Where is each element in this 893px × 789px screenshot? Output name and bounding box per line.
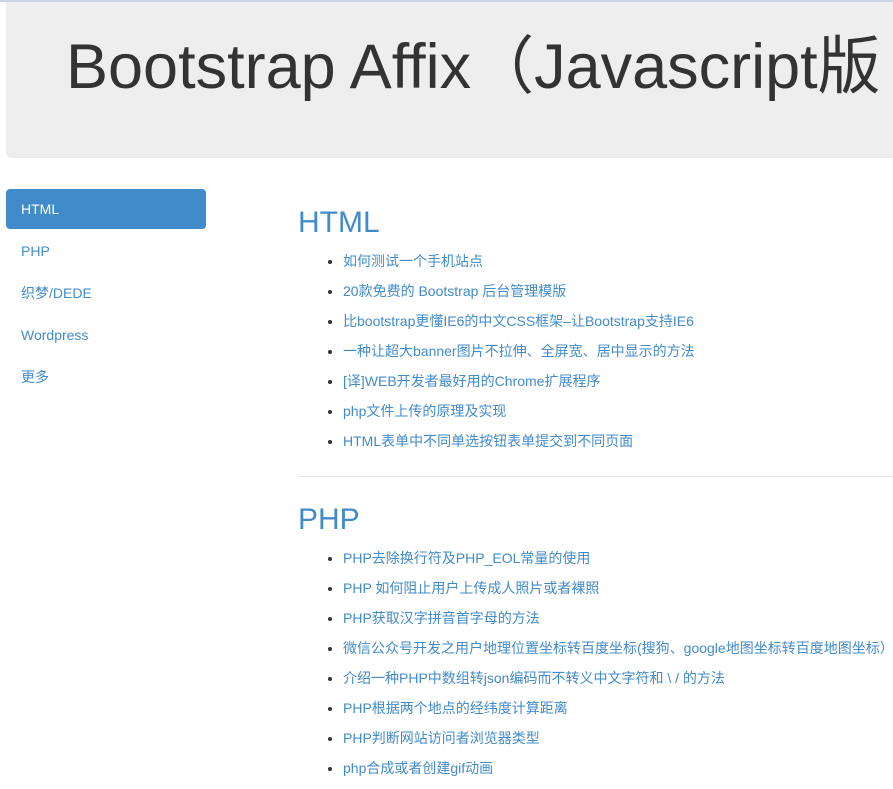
sidebar-item-dede[interactable]: 织梦/DEDE xyxy=(6,273,206,313)
article-link[interactable]: PHP判断网站访问者浏览器类型 xyxy=(343,730,540,746)
article-link[interactable]: 介绍一种PHP中数组转json编码而不转义中文字符和 \ / 的方法 xyxy=(343,670,725,686)
list-item: 微信公众号开发之用户地理位置坐标转百度坐标(搜狗、google地图坐标转百度地图… xyxy=(343,633,893,663)
main-content: HTML 如何测试一个手机站点 20款免费的 Bootstrap 后台管理模版 … xyxy=(298,200,893,783)
list-item: 一种让超大banner图片不拉伸、全屏宽、居中显示的方法 xyxy=(343,336,893,366)
list-item: HTML表单中不同单选按钮表单提交到不同页面 xyxy=(343,426,893,456)
article-link[interactable]: [译]WEB开发者最好用的Chrome扩展程序 xyxy=(343,373,600,389)
list-item: php合成或者创建gif动画 xyxy=(343,753,893,783)
section-divider xyxy=(298,476,893,477)
section-html: HTML 如何测试一个手机站点 20款免费的 Bootstrap 后台管理模版 … xyxy=(298,200,893,456)
sidebar-item-wordpress[interactable]: Wordpress xyxy=(6,315,206,355)
list-item: PHP去除换行符及PHP_EOL常量的使用 xyxy=(343,543,893,573)
article-link[interactable]: PHP根据两个地点的经纬度计算距离 xyxy=(343,700,568,716)
article-link[interactable]: 如何测试一个手机站点 xyxy=(343,253,483,269)
affix-sidebar-nav: HTML PHP 织梦/DEDE Wordpress 更多 xyxy=(6,189,206,399)
link-list: 如何测试一个手机站点 20款免费的 Bootstrap 后台管理模版 比boot… xyxy=(298,246,893,456)
section-php: PHP PHP去除换行符及PHP_EOL常量的使用 PHP 如何阻止用户上传成人… xyxy=(298,497,893,783)
article-link[interactable]: php合成或者创建gif动画 xyxy=(343,760,493,776)
list-item: 20款免费的 Bootstrap 后台管理模版 xyxy=(343,276,893,306)
list-item: 介绍一种PHP中数组转json编码而不转义中文字符和 \ / 的方法 xyxy=(343,663,893,693)
list-item: php文件上传的原理及实现 xyxy=(343,396,893,426)
list-item: 比bootstrap更懂IE6的中文CSS框架–让Bootstrap支持IE6 xyxy=(343,306,893,336)
section-title: HTML xyxy=(298,206,380,239)
article-link[interactable]: PHP去除换行符及PHP_EOL常量的使用 xyxy=(343,550,590,566)
list-item: 如何测试一个手机站点 xyxy=(343,246,893,276)
article-link[interactable]: PHP获取汉字拼音首字母的方法 xyxy=(343,610,540,626)
list-item: PHP判断网站访问者浏览器类型 xyxy=(343,723,893,753)
sidebar-item-more[interactable]: 更多 xyxy=(6,357,206,397)
list-item: [译]WEB开发者最好用的Chrome扩展程序 xyxy=(343,366,893,396)
page-title: Bootstrap Affix（Javascript版 xyxy=(66,32,881,102)
article-link[interactable]: 20款免费的 Bootstrap 后台管理模版 xyxy=(343,283,566,299)
article-link[interactable]: 微信公众号开发之用户地理位置坐标转百度坐标(搜狗、google地图坐标转百度地图… xyxy=(343,640,893,656)
article-link[interactable]: 一种让超大banner图片不拉伸、全屏宽、居中显示的方法 xyxy=(343,343,695,359)
list-item: PHP获取汉字拼音首字母的方法 xyxy=(343,603,893,633)
article-link[interactable]: 比bootstrap更懂IE6的中文CSS框架–让Bootstrap支持IE6 xyxy=(343,313,694,329)
article-link[interactable]: php文件上传的原理及实现 xyxy=(343,403,506,419)
section-title: PHP xyxy=(298,503,360,536)
link-list: PHP去除换行符及PHP_EOL常量的使用 PHP 如何阻止用户上传成人照片或者… xyxy=(298,543,893,783)
list-item: PHP 如何阻止用户上传成人照片或者裸照 xyxy=(343,573,893,603)
list-item: PHP根据两个地点的经纬度计算距离 xyxy=(343,693,893,723)
sidebar-item-html[interactable]: HTML xyxy=(6,189,206,229)
article-link[interactable]: HTML表单中不同单选按钮表单提交到不同页面 xyxy=(343,433,633,449)
sidebar-item-php[interactable]: PHP xyxy=(6,231,206,271)
jumbotron-header: Bootstrap Affix（Javascript版 xyxy=(6,2,893,158)
article-link[interactable]: PHP 如何阻止用户上传成人照片或者裸照 xyxy=(343,580,599,596)
